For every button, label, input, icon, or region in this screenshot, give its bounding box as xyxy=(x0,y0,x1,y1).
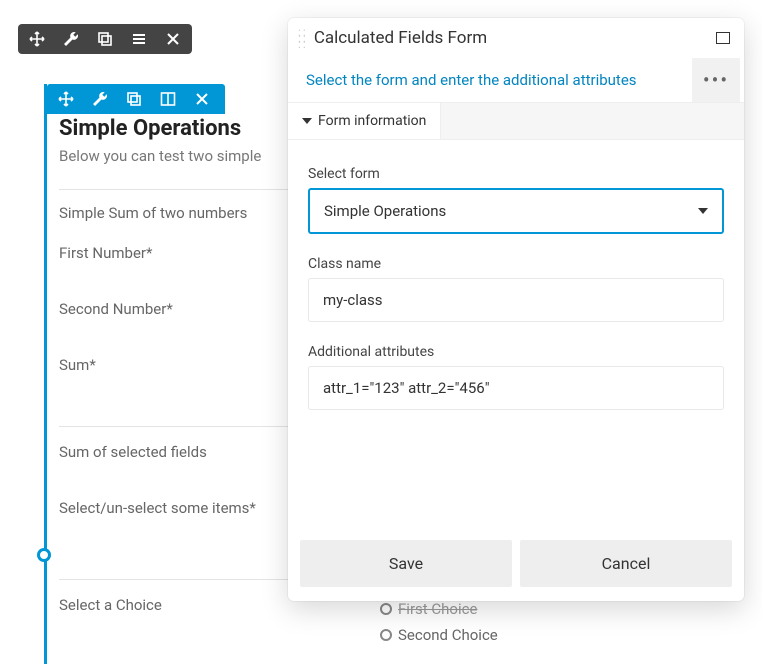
panel-body: Select form Simple Operations Class name… xyxy=(288,140,744,532)
chevron-down-icon xyxy=(302,118,312,124)
maximize-icon[interactable] xyxy=(716,32,730,44)
panel-buttons: Save Cancel xyxy=(288,532,744,601)
radio-option[interactable]: First Choice xyxy=(380,600,498,618)
more-options-button[interactable]: ••• xyxy=(692,58,740,102)
columns-icon[interactable] xyxy=(159,90,177,108)
panel-header[interactable]: :::::: Calculated Fields Form xyxy=(288,18,744,58)
settings-panel: :::::: Calculated Fields Form Select the… xyxy=(288,18,744,601)
copy-icon[interactable] xyxy=(96,30,114,48)
wrench-icon[interactable] xyxy=(91,90,109,108)
panel-tabs: Form information xyxy=(288,102,744,140)
tab-form-information[interactable]: Form information xyxy=(288,103,441,139)
move-icon[interactable] xyxy=(57,90,75,108)
save-button[interactable]: Save xyxy=(300,540,512,587)
radio-label: Second Choice xyxy=(398,626,498,644)
radio-label: First Choice xyxy=(398,600,477,618)
radio-option[interactable]: Second Choice xyxy=(380,626,498,644)
close-icon[interactable] xyxy=(164,30,182,48)
cancel-button[interactable]: Cancel xyxy=(520,540,732,587)
select-form-label: Select form xyxy=(308,166,724,182)
menu-icon[interactable] xyxy=(130,30,148,48)
tab-label: Form information xyxy=(318,113,426,129)
inner-block-toolbar xyxy=(47,84,225,114)
outer-block-toolbar xyxy=(18,24,192,54)
close-icon[interactable] xyxy=(193,90,211,108)
drag-grip-icon[interactable]: :::::: xyxy=(298,29,308,47)
additional-attributes-label: Additional attributes xyxy=(308,344,724,360)
select-value: Simple Operations xyxy=(324,202,446,220)
copy-icon[interactable] xyxy=(125,90,143,108)
move-icon[interactable] xyxy=(28,30,46,48)
additional-attributes-input[interactable] xyxy=(308,366,724,410)
class-name-label: Class name xyxy=(308,256,724,272)
panel-hint-bar: Select the form and enter the additional… xyxy=(288,58,744,102)
radio-icon xyxy=(380,629,392,641)
connector-dot[interactable] xyxy=(37,548,51,562)
class-name-input[interactable] xyxy=(308,278,724,322)
select-form-dropdown[interactable]: Simple Operations xyxy=(308,188,724,234)
radio-choices: First Choice Second Choice xyxy=(380,600,498,652)
wrench-icon[interactable] xyxy=(62,30,80,48)
panel-title: Calculated Fields Form xyxy=(314,28,716,48)
panel-hint: Select the form and enter the additional… xyxy=(292,59,688,101)
radio-icon xyxy=(380,603,392,615)
chevron-down-icon xyxy=(698,208,708,214)
